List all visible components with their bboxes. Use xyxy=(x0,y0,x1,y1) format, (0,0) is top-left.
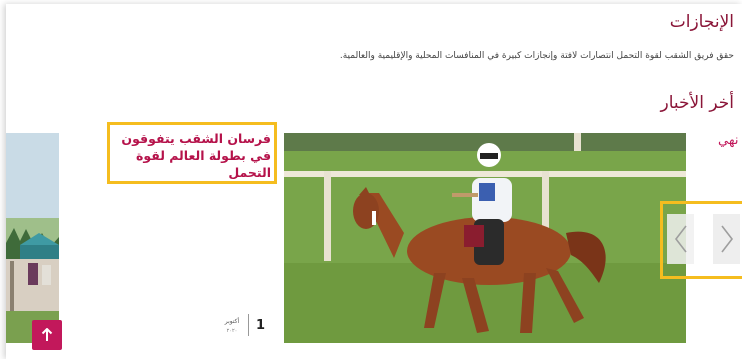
news-date-month: أكتوبر xyxy=(224,318,240,325)
news-date-year: ٢٠٢٠ xyxy=(226,328,238,334)
latest-news-title: أخر الأخبار xyxy=(660,93,734,113)
previous-news-photo xyxy=(6,133,59,343)
previous-news-image[interactable] xyxy=(6,133,59,343)
date-separator xyxy=(248,314,249,336)
carousel-next-button[interactable] xyxy=(713,214,740,264)
news-headline[interactable]: فرسان الشقب يتفوقون في بطولة العالم لقوة… xyxy=(113,130,271,181)
horse-rider-photo xyxy=(284,133,686,343)
scroll-top-button[interactable] xyxy=(32,320,62,350)
achievements-description: حقق فريق الشقب لقوة التحمل انتصارات لافت… xyxy=(339,51,734,61)
news-image[interactable] xyxy=(284,133,686,343)
carousel-prev-button[interactable] xyxy=(667,214,694,264)
next-news-headline-partial[interactable]: نهي xyxy=(718,133,738,148)
chevron-right-icon xyxy=(720,225,733,253)
chevron-left-icon xyxy=(674,225,687,253)
news-date-day: 1 xyxy=(256,318,266,333)
arrow-up-icon xyxy=(41,328,53,341)
achievements-title: الإنجازات xyxy=(669,12,734,32)
